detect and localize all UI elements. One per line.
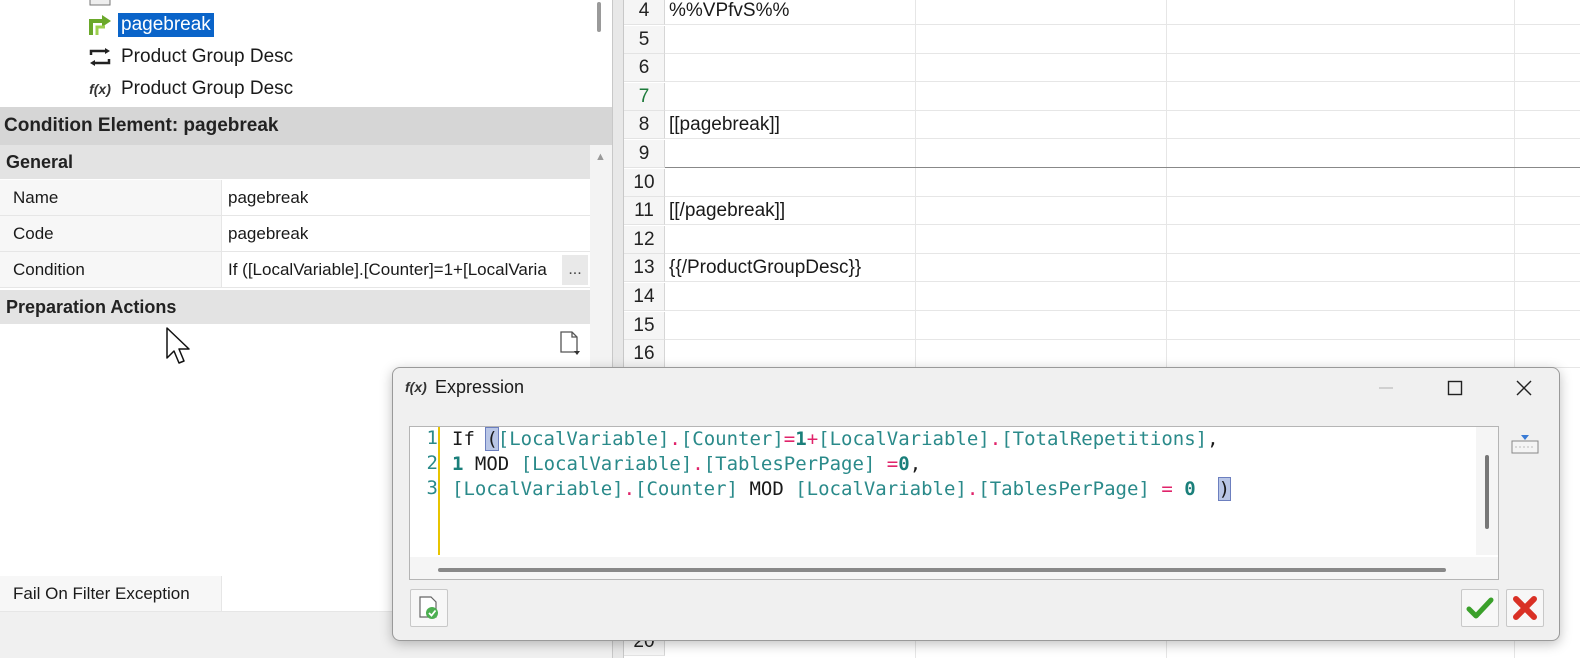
row-number[interactable]: 11 bbox=[624, 197, 665, 225]
tree-item-label: pagebreak bbox=[118, 13, 214, 37]
sheet-cell[interactable] bbox=[665, 83, 1580, 111]
sheet-cell[interactable] bbox=[665, 140, 1580, 168]
row-number[interactable]: 10 bbox=[624, 169, 665, 197]
sheet-cell[interactable]: [[/pagebreak]] bbox=[665, 197, 1580, 225]
property-name: Code bbox=[0, 216, 222, 251]
code-line[interactable]: If ([LocalVariable].[Counter]=1+[LocalVa… bbox=[452, 427, 1219, 452]
property-row-condition[interactable]: Condition If ([LocalVariable].[Counter]=… bbox=[0, 252, 590, 288]
dialog-title-bar[interactable]: f(x) Expression bbox=[393, 368, 1559, 408]
editor-horizontal-scrollbar[interactable] bbox=[410, 557, 1498, 579]
property-value[interactable]: pagebreak bbox=[228, 216, 308, 251]
expression-editor[interactable]: 1 2 3 If ([LocalVariable].[Counter]=1+[L… bbox=[409, 426, 1499, 580]
app-window: pagebreak Product Group Desc f(x) Produc… bbox=[0, 0, 1580, 658]
code-line[interactable]: 1 MOD [LocalVariable].[TablesPerPage] =0… bbox=[452, 452, 921, 477]
sheet-cell[interactable] bbox=[665, 312, 1580, 340]
sheet-cell[interactable] bbox=[665, 226, 1580, 254]
close-button[interactable] bbox=[1501, 372, 1547, 404]
sheet-cell[interactable] bbox=[665, 283, 1580, 311]
row-number[interactable]: 5 bbox=[624, 26, 665, 54]
row-number[interactable]: 14 bbox=[624, 283, 665, 311]
sheet-cell[interactable]: [[pagebreak]] bbox=[665, 111, 1580, 139]
sheet-cell[interactable] bbox=[665, 169, 1580, 197]
property-name: Fail On Filter Exception bbox=[0, 576, 222, 611]
tree-item-product-group-desc-function[interactable]: f(x) Product Group Desc bbox=[86, 74, 296, 104]
edit-condition-button[interactable]: ... bbox=[562, 255, 588, 285]
validate-expression-button[interactable] bbox=[410, 589, 448, 627]
function-icon: f(x) bbox=[89, 81, 111, 97]
add-action-button[interactable] bbox=[556, 330, 584, 358]
minimize-button[interactable] bbox=[1363, 372, 1409, 404]
property-name: Condition bbox=[0, 252, 222, 287]
row-number[interactable]: 8 bbox=[624, 111, 665, 139]
scroll-up-arrow-icon[interactable]: ▲ bbox=[595, 151, 606, 163]
scrollbar-thumb[interactable] bbox=[597, 2, 601, 32]
line-number: 1 bbox=[426, 427, 438, 449]
tree-scrollbar[interactable] bbox=[592, 0, 606, 106]
tree-item-product-group-desc-repeat[interactable]: Product Group Desc bbox=[86, 42, 296, 72]
row-number[interactable]: 4 bbox=[624, 0, 665, 25]
row-number[interactable]: 15 bbox=[624, 312, 665, 340]
properties-header: Condition Element: pagebreak bbox=[0, 107, 612, 145]
line-number: 2 bbox=[426, 452, 438, 474]
ok-button[interactable] bbox=[1461, 589, 1499, 627]
code-line[interactable]: [LocalVariable].[Counter] MOD [LocalVari… bbox=[452, 477, 1232, 502]
line-number: 3 bbox=[426, 477, 438, 499]
sheet-cell[interactable] bbox=[665, 340, 1580, 368]
repeat-icon bbox=[86, 45, 114, 69]
sheet-cell[interactable] bbox=[665, 26, 1580, 54]
scrollbar-thumb[interactable] bbox=[1485, 455, 1489, 529]
property-row-code[interactable]: Code pagebreak bbox=[0, 216, 590, 252]
section-preparation-actions[interactable]: Preparation Actions bbox=[0, 290, 590, 324]
row-number[interactable]: 16 bbox=[624, 340, 665, 368]
mouse-cursor-icon bbox=[165, 326, 193, 371]
tree-item-pagebreak[interactable]: pagebreak bbox=[86, 10, 214, 40]
table-icon bbox=[86, 0, 114, 9]
tree-item-label: Product Group Desc bbox=[121, 46, 294, 67]
property-name: Name bbox=[0, 180, 222, 215]
expression-dialog: f(x) Expression 1 2 3 If ([LocalVariable… bbox=[392, 367, 1560, 641]
property-row-name[interactable]: Name pagebreak bbox=[0, 180, 590, 216]
row-number[interactable]: 6 bbox=[624, 54, 665, 82]
section-general[interactable]: General bbox=[0, 145, 590, 179]
condition-icon bbox=[86, 13, 114, 37]
row-number[interactable]: 12 bbox=[624, 226, 665, 254]
insert-field-button[interactable] bbox=[1506, 425, 1544, 463]
row-number[interactable]: 13 bbox=[624, 254, 665, 282]
line-number-gutter: 1 2 3 bbox=[410, 427, 440, 555]
function-icon: f(x) bbox=[405, 379, 427, 395]
sheet-cell[interactable]: %%VPfvS%% bbox=[665, 0, 1580, 25]
sheet-cell[interactable] bbox=[665, 54, 1580, 82]
editor-vertical-scrollbar[interactable] bbox=[1476, 427, 1498, 555]
property-value[interactable]: pagebreak bbox=[228, 180, 308, 215]
dialog-title: Expression bbox=[435, 377, 525, 397]
tree-item-label: Product Group Desc bbox=[121, 78, 294, 99]
scrollbar-thumb[interactable] bbox=[438, 568, 1446, 572]
maximize-button[interactable] bbox=[1432, 372, 1478, 404]
row-number[interactable]: 9 bbox=[624, 140, 665, 168]
cancel-button[interactable] bbox=[1506, 589, 1544, 627]
sheet-cell[interactable]: {{/ProductGroupDesc}} bbox=[665, 254, 1580, 282]
row-number[interactable]: 7 bbox=[624, 83, 665, 111]
property-value[interactable]: If ([LocalVariable].[Counter]=1+[LocalVa… bbox=[228, 252, 558, 287]
